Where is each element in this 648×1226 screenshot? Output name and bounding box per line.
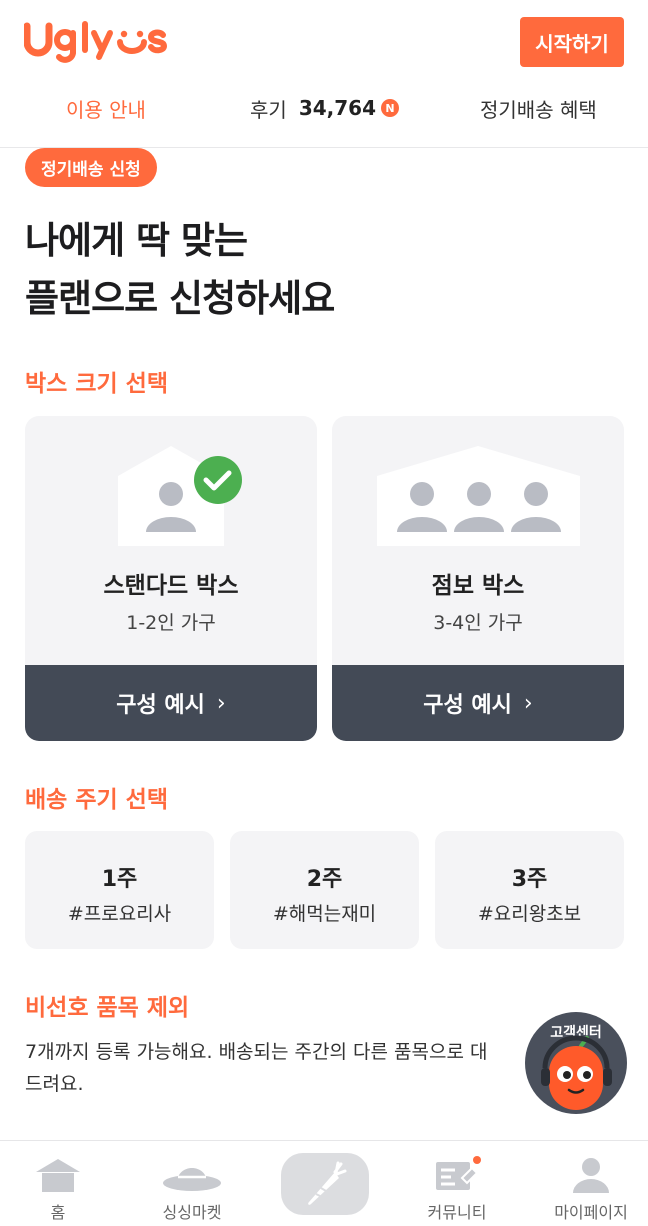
cycle-tag: #해먹는재미	[272, 903, 377, 925]
customer-center-button[interactable]: 고객센터	[525, 1012, 627, 1114]
new-badge: N	[381, 99, 399, 117]
standard-box-card[interactable]: 스탠다드 박스 1-2인 가구 구성 예시 ›	[25, 416, 317, 741]
delivery-cycle-section-title: 배송 주기 선택	[25, 787, 168, 813]
exclude-items-section-title: 비선호 품목 제외	[25, 995, 190, 1021]
exclude-items-description: 7개까지 등록 가능해요. 배송되는 주간의 다른 품목으로 대 드려요.	[25, 1036, 565, 1100]
nav-community[interactable]: 커뮤니티	[415, 1141, 499, 1226]
check-icon	[194, 456, 242, 504]
cycle-tag: #요리왕초보	[477, 903, 582, 925]
logo-mark	[24, 21, 168, 63]
jumbo-box-household: 3-4인 가구	[433, 612, 523, 634]
top-header: 시작하기 이용 안내 후기 34,764 N 정기배송 혜택	[0, 0, 648, 148]
tab-guide[interactable]: 이용 안내	[66, 84, 146, 132]
nav-community-label: 커뮤니티	[427, 1203, 487, 1222]
community-icon	[432, 1155, 482, 1195]
nav-home[interactable]: 홈	[20, 1141, 96, 1226]
jumbo-box-name: 점보 박스	[431, 573, 525, 599]
page-headline: 나에게 딱 맞는 플랜으로 신청하세요	[25, 212, 585, 328]
chevron-right-icon: ›	[523, 690, 533, 716]
subscription-pill: 정기배송 신청	[25, 148, 157, 187]
nav-mypage-label: 마이페이지	[554, 1203, 628, 1222]
tab-guide-label: 이용 안내	[66, 97, 146, 122]
bottom-navigation: 홈 싱싱마켓 커뮤니티 마이페이지	[0, 1140, 648, 1226]
ugly-us-logo[interactable]	[24, 16, 169, 64]
cycle-week-label: 1주	[101, 867, 138, 892]
cycle-tag: #프로요리사	[67, 903, 172, 925]
standard-box-household: 1-2인 가구	[126, 612, 216, 634]
nav-home-label: 홈	[50, 1203, 66, 1222]
jumbo-box-card[interactable]: 점보 박스 3-4인 가구 구성 예시 ›	[332, 416, 624, 741]
cycle-week-label: 2주	[306, 867, 343, 892]
hat-icon	[162, 1155, 222, 1195]
nav-carrot-center-button[interactable]	[281, 1153, 369, 1215]
jumbo-box-example-label: 구성 예시	[423, 693, 512, 718]
tab-benefit-label: 정기배송 혜택	[480, 97, 597, 122]
cycle-week-label: 3주	[511, 867, 548, 892]
tab-benefit[interactable]: 정기배송 혜택	[480, 84, 597, 132]
chevron-right-icon: ›	[216, 690, 226, 716]
start-button[interactable]: 시작하기	[520, 17, 624, 67]
standard-box-example-label: 구성 예시	[116, 693, 205, 718]
standard-box-name: 스탠다드 박스	[103, 573, 239, 599]
box-size-section-title: 박스 크기 선택	[25, 371, 168, 397]
review-count: 34,764	[298, 96, 376, 120]
cycle-option-1week[interactable]: 1주 #프로요리사	[25, 831, 214, 949]
house-icon	[33, 1155, 83, 1195]
exclude-desc-line-1: 7개까지 등록 가능해요. 배송되는 주간의 다른 품목으로 대	[25, 1041, 488, 1063]
nav-mypage[interactable]: 마이페이지	[545, 1141, 637, 1226]
headline-line-2: 플랜으로 신청하세요	[25, 277, 335, 320]
cycle-option-2week[interactable]: 2주 #해먹는재미	[230, 831, 419, 949]
headline-line-1: 나에게 딱 맞는	[25, 219, 248, 262]
tab-review[interactable]: 후기 34,764 N	[250, 84, 399, 132]
tomato-mascot-icon	[541, 1035, 612, 1110]
top-tabs: 이용 안내 후기 34,764 N 정기배송 혜택	[0, 84, 648, 132]
person-icon	[569, 1155, 613, 1195]
family-house-icon	[377, 446, 580, 546]
jumbo-box-example-button[interactable]: 구성 예시 ›	[332, 665, 624, 741]
nav-market[interactable]: 싱싱마켓	[150, 1141, 234, 1226]
nav-market-label: 싱싱마켓	[162, 1203, 222, 1222]
carrot-icon	[308, 1161, 347, 1205]
single-person-house-icon	[118, 446, 242, 546]
cycle-option-3week[interactable]: 3주 #요리왕초보	[435, 831, 624, 949]
tab-review-label: 후기	[250, 97, 287, 122]
exclude-desc-line-2: 드려요.	[25, 1073, 84, 1095]
standard-box-example-button[interactable]: 구성 예시 ›	[25, 665, 317, 741]
